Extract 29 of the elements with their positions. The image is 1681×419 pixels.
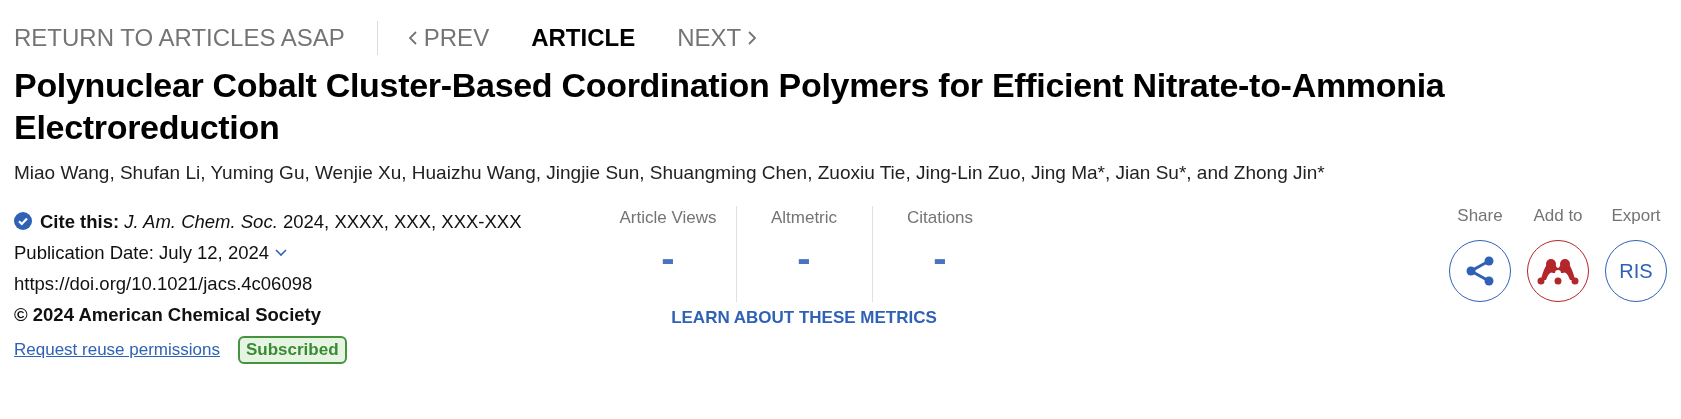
copyright-text: © 2024 American Chemical Society: [14, 303, 323, 327]
learn-metrics-link[interactable]: LEARN ABOUT THESE METRICS: [671, 308, 937, 328]
next-link[interactable]: NEXT: [677, 24, 758, 52]
doi-text: https://doi.org/10.1021/jacs.4c06098: [14, 272, 313, 296]
citation-text: Cite this: J. Am. Chem. Soc. 2024, XXXX, XXX, XXX-XXX: [40, 210, 522, 234]
return-link[interactable]: RETURN TO ARTICLES ASAP: [14, 24, 345, 52]
metric-value: -: [661, 238, 675, 278]
action-label: Add to: [1533, 206, 1583, 226]
metric-value: -: [933, 238, 947, 278]
metric-label: Citations: [906, 208, 974, 228]
share-icon: [1464, 255, 1496, 287]
action-label: Share: [1457, 206, 1503, 226]
verified-icon: [14, 212, 32, 230]
subscribed-badge: Subscribed: [238, 335, 347, 364]
metric-label: Altmetric: [770, 208, 838, 228]
chevron-right-icon: [747, 30, 758, 46]
article-title: Polynuclear Cobalt Cluster-Based Coordination Polymers for Efficient Nitrate-to-Ammonia Electroreduction: [14, 65, 1446, 148]
chevron-left-icon: [407, 30, 418, 46]
publication-date: Publication Date: July 12, 2024: [14, 241, 270, 265]
export-button[interactable]: RIS: [1605, 240, 1667, 302]
permissions-link[interactable]: Request reuse permissions: [14, 334, 220, 365]
author-list: Miao Wang, Shufan Li, Yuming Gu, Wenjie Xu, Huaizhu Wang, Jingjie Sun, Shuangming Chen, Zuoxiu Tie, Jing-Lin Zuo, Jing Ma*, Jian Su*, and Zhong Jin*: [14, 162, 1667, 184]
metric-value: -: [797, 238, 811, 278]
network-icon: [1537, 256, 1579, 286]
metric-label: Article Views: [619, 208, 717, 228]
chevron-down-icon[interactable]: [275, 248, 288, 257]
prev-link[interactable]: PREV: [407, 24, 490, 52]
action-label: Export: [1611, 206, 1661, 226]
article-link[interactable]: ARTICLE: [531, 24, 636, 52]
